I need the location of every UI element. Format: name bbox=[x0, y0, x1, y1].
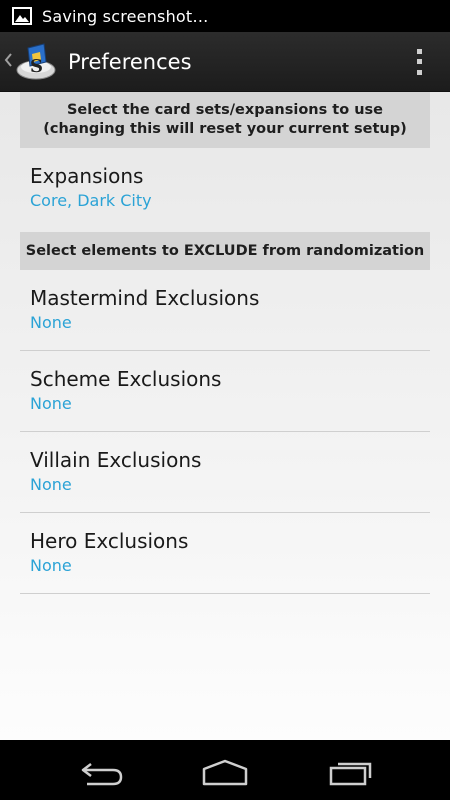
overflow-dot bbox=[416, 48, 422, 54]
pref-summary: Core, Dark City bbox=[30, 191, 152, 210]
pref-expansions[interactable]: Expansions Core, Dark City bbox=[20, 148, 430, 230]
up-navigation-button[interactable]: S Preferences bbox=[0, 32, 192, 92]
svg-text:S: S bbox=[30, 56, 43, 77]
pref-title: Expansions bbox=[30, 164, 144, 188]
action-bar: S Preferences bbox=[0, 32, 450, 92]
category-header-exclusions: Select elements to EXCLUDE from randomiz… bbox=[20, 232, 430, 270]
recent-apps-icon[interactable] bbox=[326, 758, 374, 786]
category-header-line: Select the card sets/expansions to use bbox=[66, 102, 384, 118]
pref-title: Villain Exclusions bbox=[30, 448, 202, 472]
home-icon[interactable] bbox=[201, 758, 249, 786]
page-title: Preferences bbox=[68, 49, 192, 74]
overflow-dot bbox=[416, 70, 422, 76]
back-icon[interactable] bbox=[77, 758, 125, 786]
pref-villain-exclusions[interactable]: Villain Exclusions None bbox=[20, 432, 430, 513]
pref-scheme-exclusions[interactable]: Scheme Exclusions None bbox=[20, 351, 430, 432]
pref-hero-exclusions[interactable]: Hero Exclusions None bbox=[20, 513, 430, 594]
preferences-list: Select the card sets/expansions to use (… bbox=[0, 92, 450, 740]
category-header-line: (changing this will reset your current s… bbox=[43, 121, 407, 137]
pref-summary: None bbox=[30, 313, 72, 332]
category-header-expansions: Select the card sets/expansions to use (… bbox=[20, 92, 430, 148]
pref-summary: None bbox=[30, 556, 72, 575]
pref-title: Hero Exclusions bbox=[30, 529, 189, 553]
app-logo: S bbox=[14, 40, 58, 84]
pref-summary: None bbox=[30, 475, 72, 494]
status-notification-text: Saving screenshot… bbox=[42, 6, 209, 26]
pref-title: Mastermind Exclusions bbox=[30, 286, 260, 310]
pref-mastermind-exclusions[interactable]: Mastermind Exclusions None bbox=[20, 270, 430, 351]
overflow-dot bbox=[416, 59, 422, 65]
status-bar: Saving screenshot… bbox=[0, 0, 450, 32]
pref-title: Scheme Exclusions bbox=[30, 367, 222, 391]
overflow-menu-icon[interactable] bbox=[412, 46, 426, 78]
pref-summary: None bbox=[30, 394, 72, 413]
image-icon bbox=[12, 7, 32, 25]
chevron-left-icon bbox=[4, 52, 14, 71]
navigation-bar bbox=[0, 740, 450, 800]
